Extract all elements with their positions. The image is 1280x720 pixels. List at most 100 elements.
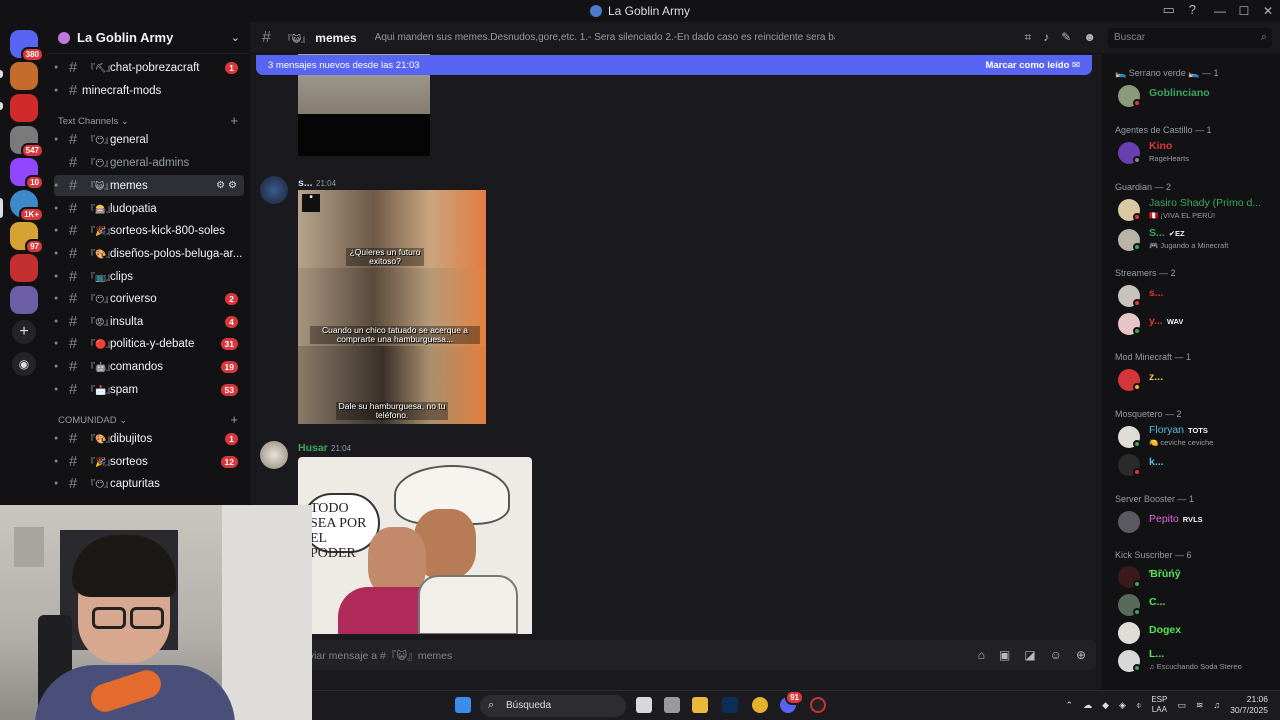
- unread-pill: [0, 102, 3, 110]
- discord-icon[interactable]: 91: [780, 690, 804, 713]
- sticker-icon[interactable]: ◪: [1024, 648, 1035, 662]
- server-icon[interactable]: 97: [10, 222, 44, 254]
- channel-insulta[interactable]: ● # 『😡』 insulta 4: [54, 311, 244, 332]
- message-list[interactable]: s... 21:04 ■ ¿Quieres un futuro exitoso?…: [250, 54, 1102, 634]
- channel-disenos-polos[interactable]: ● # 『🎨』 diseños-polos-beluga-ar...: [54, 243, 244, 264]
- avatar[interactable]: [260, 176, 288, 204]
- monitor-icon[interactable]: ▭: [1177, 700, 1186, 711]
- channel-general[interactable]: ● # 『😶』 general: [54, 129, 244, 150]
- hash-icon: #: [68, 381, 78, 398]
- member-item[interactable]: C...: [1118, 592, 1278, 618]
- server-icon[interactable]: 547: [10, 126, 44, 158]
- member-item[interactable]: L... ♫ Escuchando Soda Stereo: [1118, 648, 1278, 674]
- channel-topic[interactable]: Aqui manden sus memes.Desnudos,gore,etc.…: [375, 32, 835, 43]
- member-item[interactable]: z...: [1118, 367, 1278, 393]
- mark-as-read-button[interactable]: Marcar como leído ✉: [985, 60, 1080, 71]
- member-item[interactable]: Floryan TOTS 🍋 ceviche ceviche: [1118, 424, 1278, 450]
- new-messages-bar[interactable]: 3 mensajes nuevos desde las 21:03 Marcar…: [256, 55, 1092, 75]
- mute-bell-icon[interactable]: ♪: [1043, 30, 1049, 45]
- photoshop-icon[interactable]: [722, 697, 738, 713]
- meme-image[interactable]: ■ ¿Quieres un futuro exitoso? Cuando un …: [298, 190, 486, 424]
- category-comunidad[interactable]: COMUNIDAD ⌄ +: [58, 413, 238, 426]
- member-item[interactable]: S... ✔EZ 🎮 Jugando a Minecraft: [1118, 227, 1278, 253]
- message-image[interactable]: TODO SEA POR EL PODER: [298, 457, 532, 634]
- channel-general-admins[interactable]: # 『😶』 general-admins: [54, 152, 244, 173]
- channel-minecraft-mods[interactable]: ● # minecraft-mods: [54, 80, 244, 101]
- channel-spam[interactable]: ● # 『📩』 spam 53: [54, 379, 244, 400]
- volume-icon[interactable]: ♫: [1213, 700, 1220, 710]
- message-author[interactable]: s...: [298, 177, 313, 189]
- hash-icon: #: [68, 430, 78, 447]
- message-author[interactable]: Husar: [298, 442, 328, 454]
- help-icon[interactable]: ?: [1189, 2, 1196, 18]
- language-indicator[interactable]: ESP LAA: [1151, 695, 1167, 715]
- mic-icon[interactable]: ⌽: [1136, 700, 1141, 711]
- server-icon[interactable]: [10, 62, 38, 90]
- close-button[interactable]: ✕: [1256, 4, 1280, 18]
- member-item[interactable]: Dogex: [1118, 620, 1278, 646]
- channel-sorteos[interactable]: ● # 『🎉』 sorteos 12: [54, 451, 244, 472]
- member-item[interactable]: y... WAV: [1118, 311, 1278, 337]
- cloud-icon[interactable]: ☁: [1083, 700, 1092, 711]
- channel-comandos[interactable]: ● # 『🤖』 comandos 19: [54, 356, 244, 377]
- channel-politica[interactable]: ● # 『🔴』 politica-y-debate 31: [54, 333, 244, 354]
- search-input[interactable]: Buscar ⌕: [1108, 28, 1272, 48]
- channel-coriverso[interactable]: ● # 『😶』 coriverso 2: [54, 288, 244, 309]
- wifi-icon[interactable]: ≋: [1196, 700, 1204, 711]
- channel-sorteos-kick[interactable]: ● # 『🎉』 sorteos-kick-800-soles: [54, 220, 244, 241]
- message-image[interactable]: [298, 114, 430, 156]
- taskbar-search[interactable]: ⌕ Búsqueda: [480, 695, 626, 717]
- gif-icon[interactable]: ▣: [999, 648, 1010, 662]
- chrome-icon[interactable]: [752, 697, 768, 713]
- member-item[interactable]: Pepito RVLS: [1118, 509, 1278, 535]
- channel-ludopatia[interactable]: ● # 『🎰』 ludopatia: [54, 198, 244, 219]
- channel-memes[interactable]: ● # 『😺』 memes ⚙⚙: [54, 175, 244, 196]
- emoji-icon[interactable]: ☺: [1050, 648, 1062, 662]
- inbox-icon[interactable]: ▭: [1162, 2, 1174, 18]
- member-item[interactable]: Jasiro Shady (Primo d... 🇵🇪 ¡VIVA EL PERÚ…: [1118, 197, 1278, 223]
- member-item[interactable]: Goblinciano: [1118, 83, 1278, 109]
- add-channel-icon[interactable]: +: [230, 114, 238, 127]
- server-header[interactable]: La Goblin Army ⌄: [48, 22, 250, 54]
- maximize-button[interactable]: ☐: [1232, 4, 1256, 18]
- member-item[interactable]: k...: [1118, 452, 1278, 478]
- channel-chat-pobrezacraft[interactable]: ● # 『⛏』 chat-pobrezacraft 1: [54, 57, 244, 78]
- app-icon[interactable]: [664, 697, 680, 713]
- server-icon[interactable]: [10, 254, 38, 282]
- unread-dot-icon: ●: [54, 363, 59, 370]
- server-icon[interactable]: [10, 94, 38, 122]
- member-item[interactable]: s...: [1118, 283, 1278, 309]
- file-explorer-icon[interactable]: [692, 697, 708, 713]
- avatar[interactable]: [260, 441, 288, 469]
- apps-icon[interactable]: ⊕: [1076, 648, 1086, 662]
- add-server-icon[interactable]: +: [12, 320, 36, 344]
- server-icon[interactable]: [10, 286, 38, 314]
- unread-count: 53: [220, 383, 238, 396]
- task-view-icon[interactable]: [636, 697, 652, 713]
- server-icon-active[interactable]: 1K+: [10, 190, 44, 222]
- gift-icon[interactable]: ⌂: [978, 648, 985, 662]
- home-button[interactable]: 380: [10, 30, 44, 62]
- category-text-channels[interactable]: Text Channels ⌄ +: [58, 114, 238, 127]
- add-channel-icon[interactable]: +: [230, 413, 238, 426]
- shield-icon[interactable]: ◆: [1102, 700, 1109, 711]
- start-icon[interactable]: [455, 697, 471, 713]
- discover-icon[interactable]: ◉: [12, 352, 36, 376]
- channel-capturitas[interactable]: ● # 『😶』 capturitas: [54, 473, 244, 494]
- server-tag: WAV: [1166, 317, 1184, 326]
- network-icon[interactable]: ◈: [1119, 700, 1126, 711]
- member-list-icon[interactable]: ☻: [1083, 30, 1096, 45]
- minimize-button[interactable]: —: [1208, 4, 1232, 18]
- pin-icon[interactable]: ✎: [1061, 30, 1071, 45]
- message-input[interactable]: Enviar mensaje a #『😺』memes ⌂ ▣ ◪ ☺ ⊕: [256, 640, 1096, 670]
- member-item[interactable]: Ɓȓủńŷ: [1118, 564, 1278, 590]
- obs-icon[interactable]: [810, 697, 826, 713]
- threads-icon[interactable]: ⌗: [1025, 30, 1032, 45]
- channel-settings-icons[interactable]: ⚙⚙: [216, 180, 240, 191]
- channel-dibujitos[interactable]: ● # 『🎨』 dibujitos 1: [54, 428, 244, 449]
- server-icon[interactable]: 10: [10, 158, 44, 190]
- clock[interactable]: 21:06 30/7/2025: [1230, 694, 1268, 716]
- member-item[interactable]: Kino RageHearts: [1118, 140, 1278, 166]
- channel-clips[interactable]: ● # 『📺』 clips: [54, 266, 244, 287]
- chevron-up-icon[interactable]: ⌃: [1066, 700, 1074, 711]
